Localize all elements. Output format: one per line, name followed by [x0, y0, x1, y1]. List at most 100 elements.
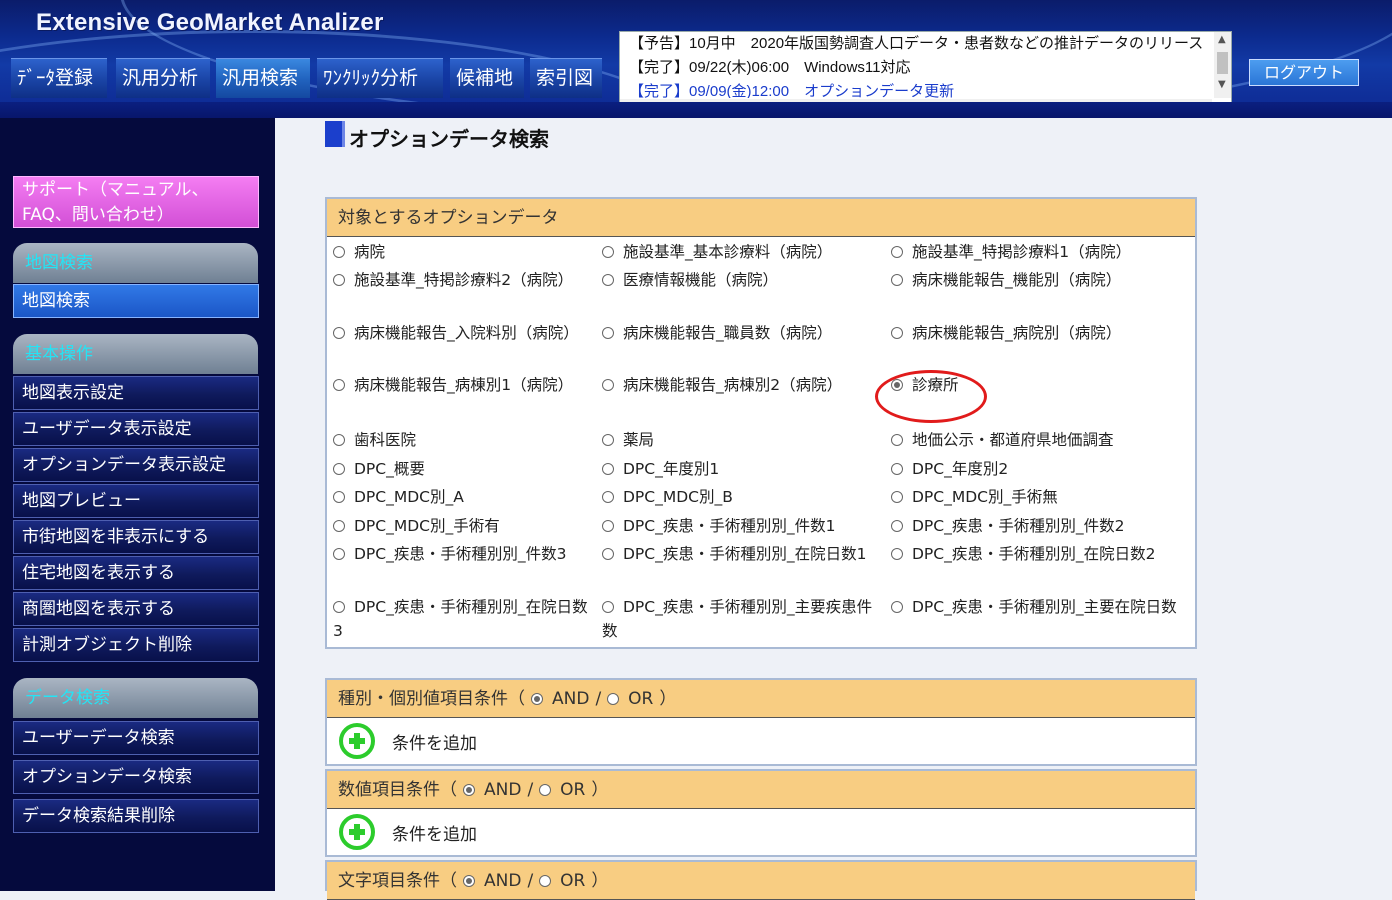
radio-button[interactable] — [891, 327, 903, 339]
option-data-radio[interactable]: 病床機能報告_入院料別（病院） — [333, 321, 595, 345]
option-data-radio[interactable]: DPC_疾患・手術種別別_件数3 — [333, 542, 595, 566]
scroll-down-arrow-icon[interactable]: ▼ — [1218, 79, 1226, 91]
option-data-radio[interactable]: DPC_疾患・手術種別別_在院日数2 — [891, 542, 1183, 566]
option-data-radio[interactable]: DPC_MDC別_B — [602, 485, 884, 509]
tab-candidate-sites[interactable]: 候補地 — [450, 58, 524, 98]
option-data-radio[interactable]: 病床機能報告_機能別（病院） — [891, 268, 1183, 292]
sidebar-item-delete-measure-objects[interactable]: 計測オブジェクト削除 — [13, 628, 259, 662]
sidebar-item-map-preview[interactable]: 地図プレビュー — [13, 484, 259, 518]
sidebar-item-option-data-search[interactable]: オプションデータ検索 — [13, 760, 259, 794]
radio-button[interactable] — [891, 601, 903, 613]
option-data-radio[interactable]: DPC_概要 — [333, 457, 595, 481]
scroll-up-arrow-icon[interactable]: ▲ — [1218, 34, 1226, 46]
and-radio[interactable] — [463, 875, 475, 887]
radio-button[interactable] — [602, 379, 614, 391]
sidebar-item-map-search[interactable]: 地図検索 — [13, 284, 259, 318]
option-data-radio[interactable]: DPC_疾患・手術種別別_在院日数1 — [602, 542, 884, 566]
radio-button[interactable] — [891, 434, 903, 446]
add-condition-label[interactable]: 条件を追加 — [392, 729, 477, 754]
news-horizontal-scrollbar[interactable]: ◀ ▶ — [620, 99, 1212, 116]
radio-button[interactable] — [333, 601, 345, 613]
radio-button[interactable] — [333, 463, 345, 475]
scroll-right-arrow-icon[interactable]: ▶ — [1196, 102, 1204, 114]
option-data-radio[interactable]: 施設基準_特掲診療料1（病院） — [891, 240, 1183, 264]
option-data-radio[interactable]: 病床機能報告_病棟別2（病院） — [602, 373, 884, 397]
option-data-radio[interactable]: 施設基準_基本診療料（病院） — [602, 240, 884, 264]
and-option[interactable]: AND — [531, 680, 589, 718]
radio-button[interactable] — [891, 520, 903, 532]
tab-index-map[interactable]: 索引図 — [530, 58, 602, 98]
radio-button[interactable] — [333, 548, 345, 560]
radio-button[interactable] — [333, 520, 345, 532]
option-data-radio[interactable]: DPC_疾患・手術種別別_主要疾患件数 — [602, 595, 884, 643]
news-item-link[interactable]: 【完了】09/09(金)12:00 オプションデータ更新 — [620, 80, 1212, 98]
option-data-radio[interactable]: 病院 — [333, 240, 595, 264]
option-data-radio[interactable]: DPC_年度別1 — [602, 457, 884, 481]
tab-general-search[interactable]: 汎用検索 — [216, 58, 310, 98]
or-radio[interactable] — [607, 693, 620, 705]
sidebar-item-show-residential-map[interactable]: 住宅地図を表示する — [13, 556, 259, 590]
radio-button[interactable] — [602, 274, 614, 286]
option-data-radio[interactable]: 薬局 — [602, 428, 884, 452]
option-data-radio[interactable]: 病床機能報告_病棟別1（病院） — [333, 373, 595, 397]
option-data-radio[interactable]: DPC_MDC別_手術無 — [891, 485, 1183, 509]
radio-button[interactable] — [602, 601, 614, 613]
radio-button[interactable] — [333, 246, 345, 258]
radio-button[interactable] — [602, 548, 614, 560]
option-data-radio[interactable]: 地価公示・都道府県地価調査 — [891, 428, 1183, 452]
radio-button[interactable] — [602, 434, 614, 446]
scroll-left-arrow-icon[interactable]: ◀ — [623, 102, 631, 114]
option-data-radio[interactable]: DPC_疾患・手術種別別_件数2 — [891, 514, 1183, 538]
or-radio[interactable] — [539, 875, 552, 887]
radio-button[interactable] — [891, 548, 903, 560]
or-option[interactable]: OR — [539, 862, 585, 900]
option-data-radio[interactable]: DPC_MDC別_A — [333, 485, 595, 509]
radio-button[interactable] — [602, 520, 614, 532]
sidebar-item-user-data-display-settings[interactable]: ユーザデータ表示設定 — [13, 412, 259, 446]
radio-button[interactable] — [333, 434, 345, 446]
sidebar-item-hide-city-map[interactable]: 市街地図を非表示にする — [13, 520, 259, 554]
option-data-radio[interactable]: 医療情報機能（病院） — [602, 268, 884, 292]
news-ticker[interactable]: 【予告】10月中 2020年版国勢調査人口データ・患者数などの推計データのリリー… — [619, 31, 1232, 117]
sidebar-item-user-data-search[interactable]: ユーザーデータ検索 — [13, 721, 259, 755]
and-radio[interactable] — [463, 784, 475, 796]
or-option[interactable]: OR — [539, 771, 585, 809]
news-horizontal-scroll-thumb[interactable] — [642, 103, 1018, 113]
support-link[interactable]: サポート（マニュアル、FAQ、問い合わせ） — [13, 176, 259, 228]
sidebar-item-option-data-display-settings[interactable]: オプションデータ表示設定 — [13, 448, 259, 482]
radio-button[interactable] — [891, 246, 903, 258]
option-data-radio[interactable]: DPC_年度別2 — [891, 457, 1183, 481]
option-data-radio[interactable]: 病床機能報告_職員数（病院） — [602, 321, 884, 345]
add-circle-icon[interactable] — [339, 723, 375, 759]
radio-button[interactable] — [333, 379, 345, 391]
option-data-radio[interactable]: DPC_MDC別_手術有 — [333, 514, 595, 538]
option-data-radio[interactable]: DPC_疾患・手術種別別_件数1 — [602, 514, 884, 538]
radio-button[interactable] — [602, 463, 614, 475]
radio-button[interactable] — [602, 327, 614, 339]
and-option[interactable]: AND — [463, 862, 521, 900]
tab-one-click-analysis[interactable]: ﾜﾝｸﾘｯｸ分析 — [317, 58, 443, 98]
option-data-radio[interactable]: 施設基準_特掲診療料2（病院） — [333, 268, 595, 292]
sidebar-item-show-trade-area-map[interactable]: 商圏地図を表示する — [13, 592, 259, 626]
option-data-radio[interactable]: 歯科医院 — [333, 428, 595, 452]
news-vertical-scroll-thumb[interactable] — [1217, 52, 1228, 74]
radio-button[interactable] — [891, 274, 903, 286]
add-circle-icon[interactable] — [339, 814, 375, 850]
and-radio[interactable] — [531, 693, 543, 705]
sidebar-item-delete-search-results[interactable]: データ検索結果削除 — [13, 799, 259, 833]
option-data-radio[interactable]: DPC_疾患・手術種別別_主要在院日数 — [891, 595, 1183, 619]
or-radio[interactable] — [539, 784, 552, 796]
option-data-radio[interactable]: 病床機能報告_病院別（病院） — [891, 321, 1183, 345]
radio-button[interactable] — [333, 327, 345, 339]
radio-button[interactable] — [333, 491, 345, 503]
radio-button[interactable] — [602, 246, 614, 258]
tab-general-analysis[interactable]: 汎用分析 — [116, 58, 210, 98]
option-data-radio[interactable]: DPC_疾患・手術種別別_在院日数3 — [333, 595, 595, 643]
radio-button[interactable] — [891, 463, 903, 475]
news-vertical-scrollbar[interactable]: ▲ ▼ — [1214, 32, 1231, 98]
and-option[interactable]: AND — [463, 771, 521, 809]
radio-button[interactable] — [333, 274, 345, 286]
tab-data-registration[interactable]: ﾃﾞｰﾀ登録 — [11, 58, 107, 98]
add-condition-label[interactable]: 条件を追加 — [392, 820, 477, 845]
logout-button[interactable]: ログアウト — [1249, 59, 1359, 86]
